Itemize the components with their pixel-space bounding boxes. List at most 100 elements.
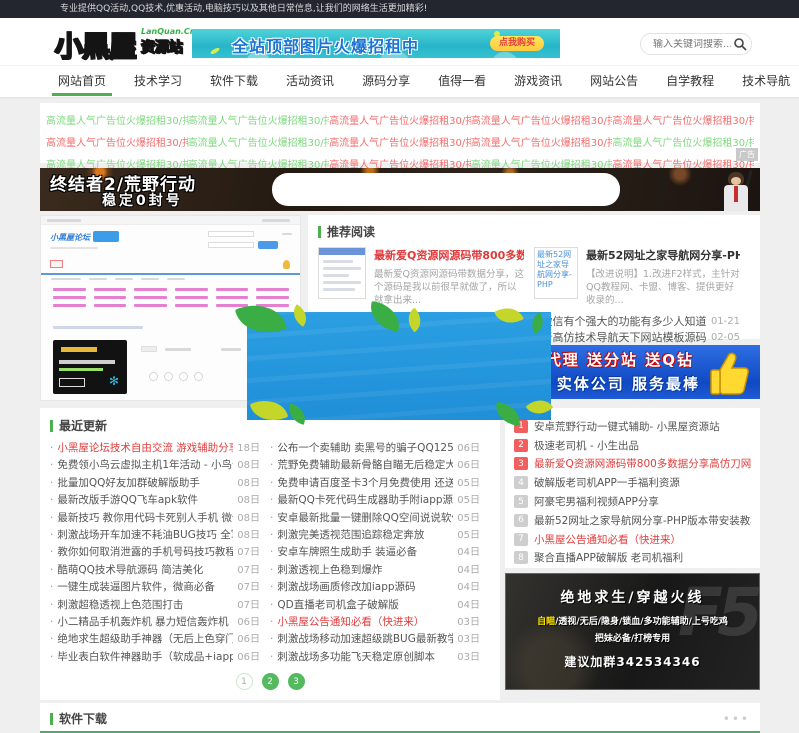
character-figure: [734, 186, 738, 202]
list-item[interactable]: 最新技巧 教你用代码卡死别人手机 微信代码08日: [50, 510, 260, 527]
list-item[interactable]: 小黑屋公告通知必看（快进来）03日: [270, 614, 480, 631]
search-icon[interactable]: [731, 37, 751, 51]
rank-badge: 7: [514, 533, 528, 546]
carousel-dot[interactable]: [179, 372, 188, 381]
floating-overlay-ad[interactable]: [247, 312, 551, 420]
page-button-1[interactable]: 1: [236, 673, 253, 690]
article-card[interactable]: 最新52网址之家导航网分享-PHP 最新52网址之家导航网分享-PHP版 【改进…: [534, 247, 750, 307]
recent-updates-section: 最近更新 小黑屋论坛技术自由交流 游戏辅助分享论坛.18日 免费领小鸟云虚拟主机…: [40, 408, 500, 700]
article-thumbnail: 最新52网址之家导航网分享-PHP: [534, 247, 578, 299]
list-item[interactable]: 最新QQ卡死代码生成器助手附iapp源码05日: [270, 492, 480, 509]
list-item[interactable]: 荒野免费辅助最新骨骼自瞄无后稳定大号06日: [270, 457, 480, 474]
rank-badge: 6: [514, 514, 528, 527]
hero-banner-ad[interactable]: 终结者2/荒野行动 稳定0封号: [40, 168, 760, 211]
buy-now-button[interactable]: 点我购买: [490, 36, 544, 51]
ad-link[interactable]: 高流量人气广告位火爆招租30/排: [612, 112, 754, 127]
nav-item-home[interactable]: 网站首页: [44, 66, 120, 96]
ad-link[interactable]: 高流量人气广告位火爆招租30/排: [329, 112, 471, 127]
page-button-2[interactable]: 2: [262, 673, 279, 690]
carousel-dot[interactable]: [149, 372, 158, 381]
section-title: 最近更新: [59, 417, 107, 434]
list-item[interactable]: 新高仿技术导航天下网站模板源码 02-05: [534, 330, 740, 346]
nav-item-self-study[interactable]: 自学教程: [652, 66, 728, 96]
nav-item-tech-navigation[interactable]: 技术导航: [728, 66, 799, 96]
list-item[interactable]: 刺激战场移动加速超级跳BUG最新教学03日: [270, 631, 480, 648]
list-item[interactable]: 刺激战场多功能飞天稳定原创脚本03日: [270, 649, 480, 666]
list-item[interactable]: 一键生成装逼图片软件，微商必备07日: [50, 579, 260, 596]
nav-item-worth-reading[interactable]: 值得一看: [424, 66, 500, 96]
list-item[interactable]: 刺激超稳透视上色范围打击07日: [50, 597, 260, 614]
rank-badge: 2: [514, 439, 528, 452]
ranking-item[interactable]: 4 破解版老司机APP一手福利资源: [514, 473, 751, 492]
list-item[interactable]: 刺激完美透视范围追踪稳定奔放05日: [270, 527, 480, 544]
mini-link-grid: [53, 288, 289, 307]
ad-link[interactable]: 高流量人气广告位火爆招租30/排: [188, 112, 330, 127]
carousel-dot[interactable]: [194, 372, 203, 381]
nav-item-game-news[interactable]: 游戏资讯: [500, 66, 576, 96]
search-input[interactable]: [641, 39, 731, 50]
header-ad-banner[interactable]: 全站顶部图片火爆招租中 点我购买: [192, 29, 560, 58]
section-accent-bar: [318, 226, 321, 238]
ad-label-badge: 广告: [736, 148, 758, 161]
mini-login-button: [258, 241, 278, 249]
game-cheat-ad-banner[interactable]: F5 绝地求生/穿越火线 自瞄/透视/无后/隐身/锁血/多功能辅助/上号吃鸡 把…: [505, 573, 760, 690]
ranking-item[interactable]: 6 最新52网址之家导航网分享-PHP版本带安装教程-QQ技术: [514, 511, 751, 530]
nav-item-site-announcement[interactable]: 网站公告: [576, 66, 652, 96]
carousel-dot[interactable]: [164, 372, 173, 381]
list-item[interactable]: 刺激战场画质修改加iapp源码04日: [270, 579, 480, 596]
list-item[interactable]: 教你如何取消泄露的手机号码技巧教程07日: [50, 544, 260, 561]
game-ad-features: 自瞄/透视/无后/隐身/锁血/多功能辅助/上号吃鸡: [506, 614, 759, 627]
section-accent-bar: [50, 713, 53, 725]
ad-link[interactable]: 高流量人气广告位火爆招租30/排: [329, 134, 471, 149]
list-item[interactable]: 小二精品手机轰炸机 暴力短信轰炸机06日: [50, 614, 260, 631]
list-item[interactable]: 批量加QQ好友加群破解版助手08日: [50, 475, 260, 492]
thumbs-up-icon: [706, 350, 750, 396]
list-item[interactable]: 安卓车牌照生成助手 装逼必备04日: [270, 544, 480, 561]
section-accent-bar: [50, 420, 53, 432]
nav-item-tech-learning[interactable]: 技术学习: [120, 66, 196, 96]
list-item[interactable]: 免费申请百度圣卡3个月免费使用 还送爱奇艺05日: [270, 475, 480, 492]
ranking-item[interactable]: 3 最新爱Q资源网源码带800多数据分享高仿刀网模板: [514, 455, 751, 474]
ad-link[interactable]: 高流量人气广告位火爆招租30/排: [188, 134, 330, 149]
nav-item-activity-news[interactable]: 活动资讯: [272, 66, 348, 96]
more-dots-icon[interactable]: •••: [723, 712, 750, 726]
list-item[interactable]: 毕业表白软件神器助手（软成品+iapp源代码06日: [50, 649, 260, 666]
list-item[interactable]: 免费领小鸟云虚拟主机1年活动 - 小鸟云计算08日: [50, 457, 260, 474]
article-title[interactable]: 最新52网址之家导航网分享-PHP版: [586, 247, 740, 263]
ranking-item[interactable]: 8 聚合直播APP破解版 老司机福利: [514, 549, 751, 568]
list-item[interactable]: 最新改版手游QQ飞车apk软件08日: [50, 492, 260, 509]
ranking-item[interactable]: 2 极速老司机 - 小生出品: [514, 436, 751, 455]
mini-site-topbar: [41, 216, 300, 225]
banner-text: 全站顶部图片火爆招租中: [232, 33, 419, 57]
list-item[interactable]: 酷萌QQ技术导航源码 简洁美化07日: [50, 562, 260, 579]
list-item[interactable]: 小黑屋论坛技术自由交流 游戏辅助分享论坛.18日: [50, 440, 260, 457]
site-logo[interactable]: 小黑屋 LanQuan.Cn 资源站: [55, 25, 195, 65]
mini-site-logo: 小黑屋论坛: [50, 232, 90, 243]
game-ad-line2: 把妹必备/打榜专用: [506, 631, 759, 644]
article-card[interactable]: 最新爱Q资源网源码带800多数据分 最新爱Q资源网源码带数据分享，这个源码是我以…: [318, 247, 534, 307]
rank-badge: 5: [514, 495, 528, 508]
article-title[interactable]: 最新爱Q资源网源码带800多数据分: [374, 247, 524, 263]
nav-item-source-share[interactable]: 源码分享: [348, 66, 424, 96]
article-thumbnail: [318, 247, 366, 299]
ad-link[interactable]: 高流量人气广告位火爆招租30/排: [46, 134, 188, 149]
ad-link[interactable]: 高流量人气广告位火爆招租30/排: [612, 134, 754, 149]
nav-item-software-download[interactable]: 软件下载: [196, 66, 272, 96]
list-item[interactable]: QD直播老司机盒子破解版04日: [270, 597, 480, 614]
list-item[interactable]: 安卓最新批量一键删除QQ空间说说软件05日: [270, 510, 480, 527]
list-item[interactable]: 微信有个强大的功能有多少人知道了 但是关 01-21: [534, 314, 740, 330]
article-desc: 最新爱Q资源网源码带数据分享，这个源码是我以前很早就做了，所以就拿出来...: [374, 268, 524, 307]
list-item[interactable]: 刺激战场开车加速不耗油BUG技巧 全军出击刺08日: [50, 527, 260, 544]
game-ad-title: 绝地求生/穿越火线: [506, 587, 759, 607]
list-item[interactable]: 刺激透视上色稳到爆炸04日: [270, 562, 480, 579]
list-item[interactable]: 绝地求生超级助手神器（无后上色穿门等等）06日: [50, 631, 260, 648]
page-button-3[interactable]: 3: [288, 673, 305, 690]
ad-link[interactable]: 高流量人气广告位火爆招租30/排: [471, 112, 613, 127]
ad-link[interactable]: 高流量人气广告位火爆招租30/排: [471, 134, 613, 149]
list-item[interactable]: 公布一个卖辅助 卖黑号的骗子QQ125825992506日: [270, 440, 480, 457]
ranking-item[interactable]: 7 小黑屋公告通知必看（快进来）: [514, 530, 751, 549]
ranking-item[interactable]: 5 阿豪宅男福利视频APP分享: [514, 492, 751, 511]
mini-signin-box: [50, 260, 63, 268]
ad-link[interactable]: 高流量人气广告位火爆招租30/排: [46, 112, 188, 127]
mini-user-icon: [283, 260, 290, 269]
